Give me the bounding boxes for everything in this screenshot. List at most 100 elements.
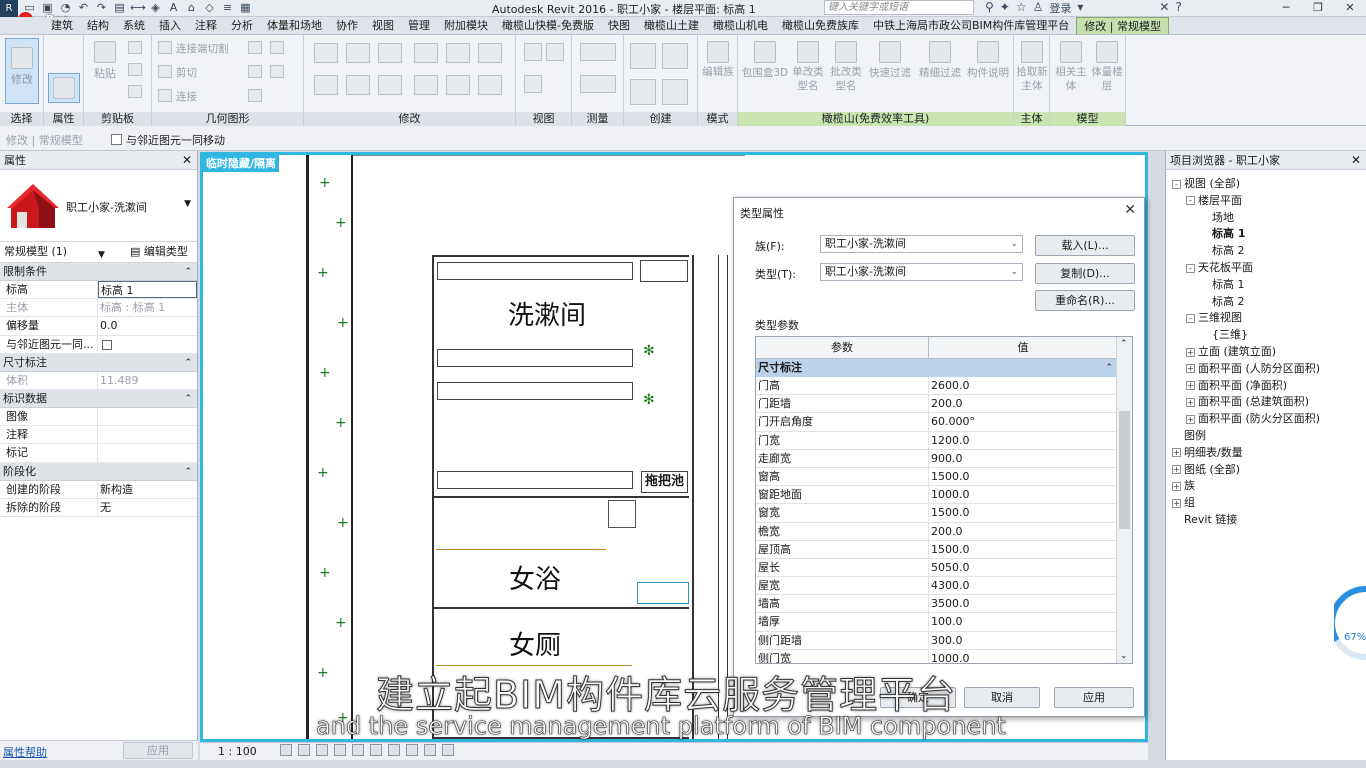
scroll-thumb[interactable] xyxy=(1119,411,1130,529)
offset-icon[interactable] xyxy=(346,43,370,63)
shadows-icon[interactable] xyxy=(334,744,346,756)
text-icon[interactable]: A xyxy=(166,1,181,15)
related-host-button[interactable]: 相关主体 xyxy=(1054,41,1088,93)
dimension-icon[interactable] xyxy=(580,75,616,93)
param-value[interactable]: 200.0 xyxy=(929,523,1117,540)
collapse-icon[interactable]: ⌃ xyxy=(184,390,192,408)
match-type-icon[interactable] xyxy=(128,85,142,98)
browser-node[interactable]: 图例 xyxy=(1172,427,1206,443)
copy-icon[interactable] xyxy=(128,63,142,76)
join-geometry-icon[interactable] xyxy=(158,89,172,102)
param-value[interactable]: 1200.0 xyxy=(929,432,1117,449)
minimize-button[interactable]: ─ xyxy=(1270,0,1302,16)
pick-host-button[interactable]: 拾取新主体 xyxy=(1015,41,1049,93)
browser-node[interactable]: + 面积平面 (人防分区面积) xyxy=(1186,360,1320,376)
param-value[interactable]: 2600.0 xyxy=(929,377,1117,394)
single-type-button[interactable]: 单改类型名 xyxy=(790,41,826,93)
browser-node[interactable]: {三维} xyxy=(1200,326,1248,342)
analysis-icon[interactable] xyxy=(424,744,436,756)
property-value[interactable]: 无 xyxy=(98,499,197,516)
browser-node[interactable]: 标高 1 xyxy=(1200,225,1245,241)
edit-type-button[interactable]: ▤ 编辑类型 xyxy=(130,242,188,262)
duplicate-button[interactable]: 复制(D)... xyxy=(1035,263,1135,284)
tab-8[interactable]: 视图 xyxy=(365,17,401,34)
edit-family-button[interactable]: 编辑族 xyxy=(701,41,735,79)
property-value[interactable] xyxy=(98,336,197,353)
login-button[interactable]: 登录 xyxy=(1049,0,1071,16)
show-crop-icon[interactable] xyxy=(370,744,382,756)
property-value[interactable] xyxy=(98,444,197,461)
app-menu-button[interactable]: R xyxy=(0,0,18,17)
expand-icon[interactable]: + xyxy=(1172,448,1181,458)
param-value[interactable]: 3500.0 xyxy=(929,595,1117,612)
sun-path-icon[interactable] xyxy=(316,744,328,756)
tab-6[interactable]: 体量和场地 xyxy=(260,17,329,34)
family-select[interactable]: 职工小家-洗漱间 ⌄ xyxy=(820,235,1023,253)
print-icon[interactable]: ▤ xyxy=(112,1,127,15)
3d-view-icon[interactable]: ⌂ xyxy=(184,1,199,15)
browser-node[interactable]: 标高 2 xyxy=(1200,293,1245,309)
expand-icon[interactable]: + xyxy=(1186,397,1195,407)
override-icon[interactable] xyxy=(546,43,564,61)
exchange-icon[interactable]: ✕ xyxy=(1159,0,1169,16)
param-value[interactable]: 300.0 xyxy=(929,632,1117,649)
close-button[interactable]: ✕ xyxy=(1334,0,1366,16)
property-group[interactable]: 尺寸标注 ⌃ xyxy=(0,353,197,372)
move-icon[interactable] xyxy=(314,75,338,95)
tag-icon[interactable]: ◈ xyxy=(148,1,163,15)
browser-node[interactable]: 标高 1 xyxy=(1200,276,1245,292)
switch-windows-icon[interactable]: ▦ xyxy=(238,1,253,15)
rename-button[interactable]: 重命名(R)... xyxy=(1035,290,1135,311)
restore-button[interactable]: ❐ xyxy=(1302,0,1334,16)
cut-button[interactable]: 剪切 xyxy=(176,65,197,80)
collapse-icon[interactable]: - xyxy=(1186,263,1195,273)
param-value[interactable]: 900.0 xyxy=(929,450,1117,467)
cancel-button[interactable]: 取消 xyxy=(964,687,1040,708)
scroll-down-icon[interactable]: ⌄ xyxy=(1120,651,1128,661)
create-parts-icon[interactable] xyxy=(630,43,656,69)
property-checkbox[interactable] xyxy=(102,339,112,350)
property-value[interactable] xyxy=(98,426,197,443)
user-icon[interactable]: ♙ xyxy=(1033,0,1044,16)
collapse-icon[interactable]: ⌃ xyxy=(184,463,192,481)
expand-icon[interactable]: + xyxy=(1172,481,1181,491)
tab-2[interactable]: 系统 xyxy=(116,17,152,34)
tab-11[interactable]: 橄榄山快模-免费版 xyxy=(495,17,601,34)
trim-icon[interactable] xyxy=(414,43,438,63)
help-icon[interactable]: ? xyxy=(1175,0,1181,16)
cope-icon[interactable] xyxy=(158,41,172,54)
browser-node[interactable]: - 天花板平面 xyxy=(1186,259,1253,275)
linework-icon[interactable] xyxy=(524,75,542,93)
favorite-icon[interactable]: ☆ xyxy=(1016,0,1027,16)
tab-0[interactable]: 建筑 xyxy=(44,17,80,34)
tab-16[interactable]: 中铁上海局市政公司BIM构件库管理平台 xyxy=(866,17,1076,34)
visual-style-icon[interactable] xyxy=(298,744,310,756)
cut-icon[interactable] xyxy=(128,41,142,54)
expand-icon[interactable]: + xyxy=(1186,381,1195,391)
browser-node[interactable]: + 图纸 (全部) xyxy=(1172,461,1240,477)
browser-node[interactable]: 场地 xyxy=(1200,209,1234,225)
rotate-icon[interactable] xyxy=(378,75,402,95)
param-value[interactable]: 1500.0 xyxy=(929,541,1117,558)
column-header-value[interactable]: 值 xyxy=(929,337,1117,358)
bbox3d-button[interactable]: 包围盒3D xyxy=(740,41,790,80)
detail-level-icon[interactable] xyxy=(280,744,292,756)
tab-15[interactable]: 橄榄山免费族库 xyxy=(775,17,866,34)
expand-icon[interactable]: + xyxy=(1186,364,1195,374)
browser-node[interactable]: + 组 xyxy=(1172,494,1195,510)
close-icon[interactable]: ✕ xyxy=(1351,151,1361,170)
subscription-icon[interactable]: ✦ xyxy=(1000,0,1010,16)
redo-icon[interactable]: ↷ xyxy=(94,1,109,15)
highlight-icon[interactable] xyxy=(442,744,454,756)
cut-join-button[interactable]: 连接端切割 xyxy=(176,41,229,56)
expand-icon[interactable]: + xyxy=(1186,347,1195,357)
chevron-down-icon[interactable]: ▼ xyxy=(184,199,191,209)
binoculars-icon[interactable]: ⚲ xyxy=(985,0,994,16)
apply-button[interactable]: 应用 xyxy=(123,742,193,759)
temp-hide-icon[interactable] xyxy=(388,744,400,756)
tab-14[interactable]: 橄榄山机电 xyxy=(706,17,775,34)
paint-icon[interactable] xyxy=(248,65,262,78)
search-input[interactable]: 键入关键字或短语 xyxy=(824,0,974,15)
tab-5[interactable]: 分析 xyxy=(224,17,260,34)
measure-icon[interactable]: ⟷ xyxy=(130,1,146,15)
